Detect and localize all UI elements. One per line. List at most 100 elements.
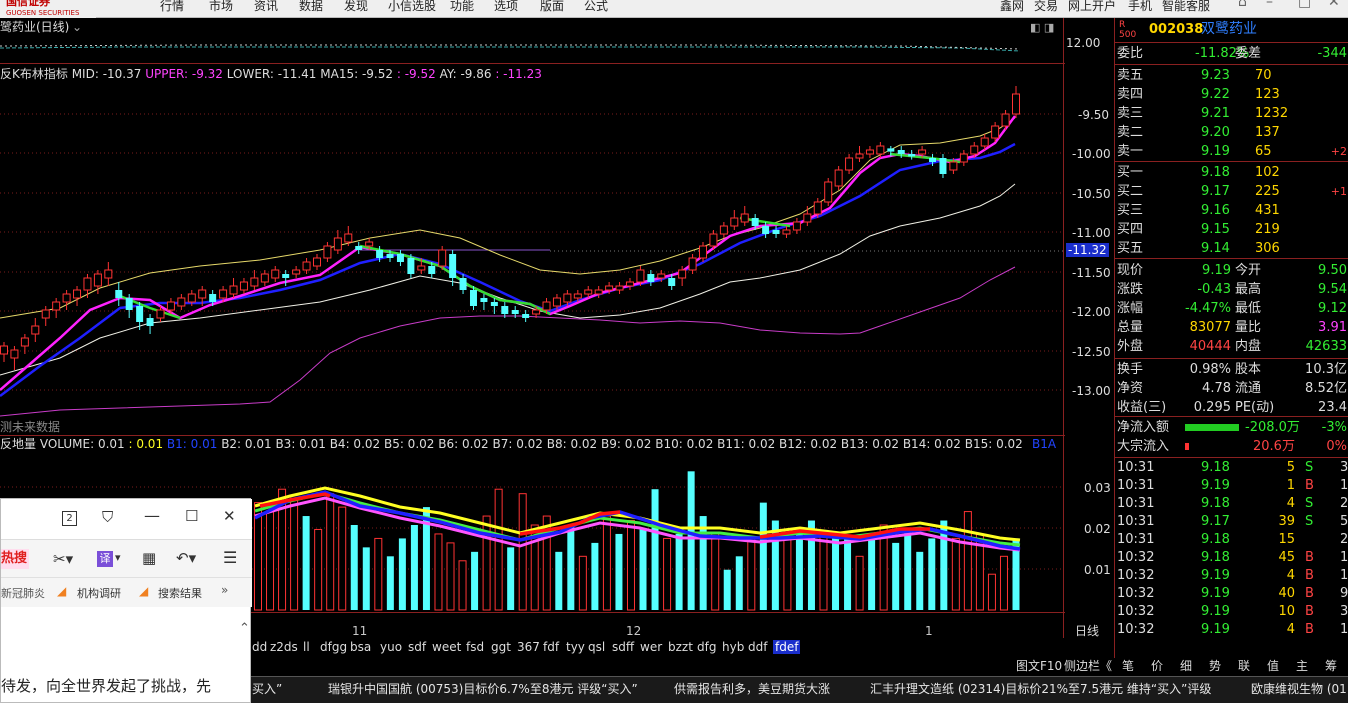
ask-price: 9.21 bbox=[1201, 106, 1230, 121]
tab-dfg[interactable]: dfg bbox=[697, 640, 716, 654]
tab-dfgg[interactable]: dfgg bbox=[320, 640, 347, 654]
tick-volume: 39 bbox=[1278, 514, 1295, 529]
undo-icon[interactable]: ↶▾ bbox=[176, 549, 196, 567]
ticker-item[interactable]: 买入” bbox=[252, 680, 282, 697]
shirt-icon[interactable]: ⛉ bbox=[102, 508, 113, 526]
volume-bar bbox=[326, 493, 335, 611]
menu-faxian[interactable]: 发现 bbox=[344, 0, 368, 14]
tab-dd[interactable]: dd bbox=[252, 640, 267, 654]
menu-xuanxiang[interactable]: 选项 bbox=[494, 0, 518, 14]
menu-shuju[interactable]: 数据 bbox=[299, 0, 323, 14]
menu-gongshi[interactable]: 公式 bbox=[584, 0, 608, 14]
scissors-icon[interactable]: ✂▾ bbox=[53, 550, 73, 568]
tab-fsd[interactable]: fsd bbox=[466, 640, 484, 654]
tab-qsl[interactable]: qsl bbox=[588, 640, 605, 654]
tick-price: 9.19 bbox=[1201, 568, 1230, 583]
ticker-item[interactable]: 欧康维视生物 (01 bbox=[1251, 680, 1347, 697]
volume-bar bbox=[904, 529, 912, 610]
candle-body bbox=[209, 294, 217, 302]
right-tab-5[interactable]: 值 bbox=[1267, 659, 1279, 673]
browser-popup[interactable]: 2 ⛉ — ☐ ✕ 热搜 ✂▾ 译 ▾ ▦ ↶▾ ☰ 新冠肺炎 ◢ 机构调研 ◢… bbox=[0, 498, 252, 703]
menu-icon[interactable]: ☰ bbox=[223, 548, 237, 567]
tick-price: 9.17 bbox=[1201, 514, 1230, 529]
volume-bar bbox=[290, 497, 299, 611]
more-bookmarks-icon[interactable]: » bbox=[221, 583, 228, 597]
tab-tyy[interactable]: tyy bbox=[566, 640, 585, 654]
menu-banmian[interactable]: 版面 bbox=[540, 0, 564, 14]
candle-body bbox=[573, 293, 582, 299]
hot-search-button[interactable]: 热搜 bbox=[1, 549, 29, 569]
tab-367[interactable]: 367 bbox=[517, 640, 540, 654]
right-tab-0[interactable]: 笔 bbox=[1122, 659, 1134, 673]
candle-body bbox=[552, 297, 561, 307]
candle-body bbox=[10, 349, 19, 359]
menu-xiaoxin[interactable]: 小信选股 bbox=[388, 0, 436, 14]
sidebar-toggle[interactable]: 侧边栏《 bbox=[1064, 659, 1112, 673]
tab-fdf[interactable]: fdf bbox=[543, 640, 559, 654]
bid-volume: 102 bbox=[1255, 165, 1280, 180]
f10-tab[interactable]: 图文F10 bbox=[1016, 659, 1062, 673]
bookmark-item[interactable]: 新冠肺炎 bbox=[1, 585, 45, 601]
right-tab-2[interactable]: 细 bbox=[1180, 659, 1192, 673]
menu-jiaoyi[interactable]: 交易 bbox=[1034, 0, 1058, 14]
tab-bzzt[interactable]: bzzt bbox=[668, 640, 693, 654]
menu-zixun[interactable]: 资讯 bbox=[254, 0, 278, 14]
bookmark-item[interactable]: 机构调研 bbox=[77, 585, 121, 601]
tab-ggt[interactable]: ggt bbox=[491, 640, 511, 654]
right-tab-4[interactable]: 联 bbox=[1238, 659, 1250, 673]
menu-shouji[interactable]: 手机 bbox=[1128, 0, 1152, 14]
right-tab-7[interactable]: 筹 bbox=[1325, 659, 1337, 673]
close-icon[interactable]: ✕ bbox=[223, 507, 236, 525]
tab-hyb[interactable]: hyb bbox=[722, 640, 744, 654]
scroll-up-icon[interactable]: ⌃ bbox=[239, 621, 250, 636]
tick-side: B bbox=[1305, 550, 1314, 565]
tick-volume: 4 bbox=[1286, 622, 1295, 637]
tab-weet[interactable]: weet bbox=[432, 640, 461, 654]
menu-hangqing[interactable]: 行情 bbox=[160, 0, 184, 14]
tab-sdff[interactable]: sdff bbox=[612, 640, 634, 654]
tab-ll[interactable]: ll bbox=[303, 640, 310, 654]
stat-value: 9.12 bbox=[1318, 301, 1347, 316]
menu-wangshang[interactable]: 网上开户 bbox=[1068, 0, 1116, 14]
minimize-icon[interactable]: — bbox=[144, 506, 160, 525]
bid-label: 买五 bbox=[1117, 241, 1144, 256]
ask-label: 卖一 bbox=[1117, 144, 1144, 159]
stat-label: 净资 bbox=[1117, 381, 1144, 396]
ticker-item[interactable]: 汇丰升理文造纸 (02314)目标价21%至7.5港元 维持“买入”评级 bbox=[870, 680, 1211, 697]
close-icon[interactable]: ✕ bbox=[1328, 0, 1340, 10]
dropdown-icon[interactable]: ⌄ bbox=[72, 20, 82, 34]
bookmark-item[interactable]: 搜索结果 bbox=[158, 585, 202, 601]
candle-body bbox=[594, 289, 603, 295]
candle-body bbox=[918, 149, 927, 155]
maximize-icon[interactable]: □ bbox=[1298, 0, 1311, 10]
ticker-item[interactable]: 供需报告利多，美豆期货大涨 bbox=[674, 680, 830, 697]
menu-xinwang[interactable]: 鑫网 bbox=[1000, 0, 1024, 14]
candle-body bbox=[177, 297, 186, 307]
tab-yuo[interactable]: yuo bbox=[380, 640, 402, 654]
tab-bsa[interactable]: bsa bbox=[350, 640, 371, 654]
tab-sdf[interactable]: sdf bbox=[408, 640, 426, 654]
tab-wer[interactable]: wer bbox=[640, 640, 662, 654]
tab-ddf[interactable]: ddf bbox=[748, 640, 767, 654]
right-tab-3[interactable]: 势 bbox=[1209, 659, 1221, 673]
ticker-item[interactable]: 瑞银升中国国航 (00753)目标价6.7%至8港元 评级“买入” bbox=[328, 680, 638, 697]
menu-gongneng[interactable]: 功能 bbox=[450, 0, 474, 14]
menu-shichang[interactable]: 市场 bbox=[209, 0, 233, 14]
maximize-icon[interactable]: ☐ bbox=[185, 507, 198, 525]
right-tab-1[interactable]: 价 bbox=[1151, 659, 1163, 673]
tab-z2ds[interactable]: z2ds bbox=[270, 640, 298, 654]
menu-zhineng[interactable]: 智能客服 bbox=[1162, 0, 1210, 14]
tab-count-badge[interactable]: 2 bbox=[62, 511, 77, 526]
grid-icon[interactable]: ▦ bbox=[142, 549, 156, 567]
candle-body bbox=[939, 158, 947, 174]
stat-label: 换手 bbox=[1117, 362, 1144, 377]
date-label-12: 12 bbox=[626, 624, 642, 638]
tab-fdef[interactable]: fdef bbox=[773, 640, 801, 654]
panel-toggle-icon[interactable]: ◧ ◨ bbox=[1030, 21, 1054, 35]
pin-icon[interactable]: ⌂ bbox=[1238, 0, 1247, 10]
minimize-icon[interactable]: – bbox=[1266, 0, 1273, 10]
candle-body bbox=[782, 229, 791, 235]
right-tab-6[interactable]: 主 bbox=[1296, 659, 1308, 673]
translate-icon[interactable]: 译 bbox=[97, 551, 113, 567]
candle-body bbox=[469, 290, 477, 306]
